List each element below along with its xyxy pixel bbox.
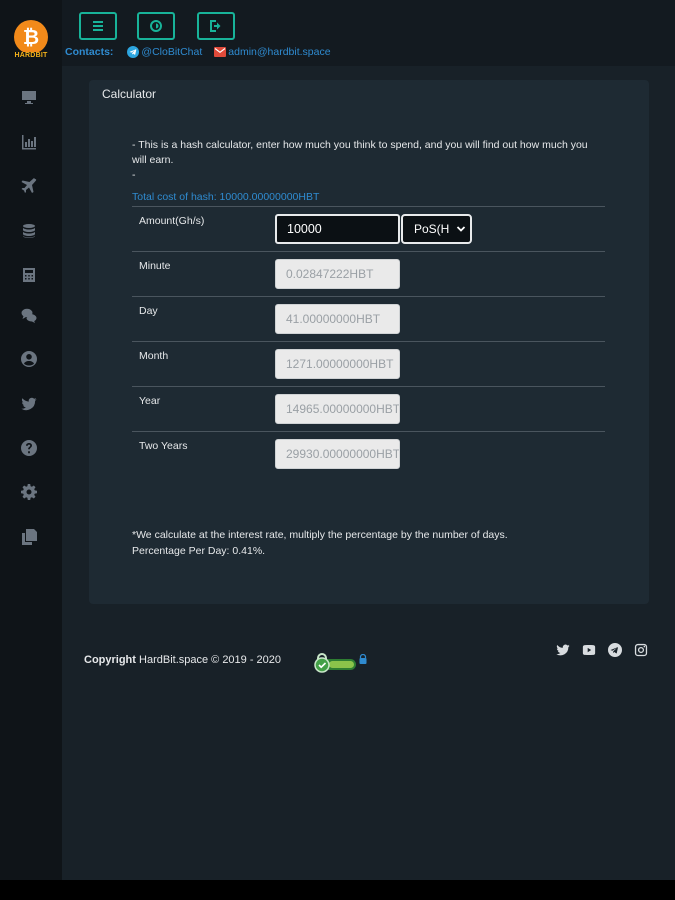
youtube-icon (582, 645, 596, 655)
contacts-bar: Contacts: @CloBitChat admin@hardbit.spac… (65, 46, 343, 58)
unit-select[interactable]: PoS(H (401, 214, 472, 244)
database-icon (23, 224, 35, 238)
sidebar-item-twitter[interactable] (18, 393, 40, 415)
social-links (555, 643, 659, 657)
contacts-label: Contacts: (65, 46, 114, 58)
note-text: *We calculate at the interest rate, mult… (132, 529, 508, 541)
chat-icon (21, 308, 37, 323)
logout-button[interactable] (197, 12, 235, 40)
gear-icon (21, 484, 37, 500)
table-row: Two Years 29930.00000000HBT (132, 431, 605, 476)
logo-wordmark: HARDBIT (10, 52, 52, 59)
total-cost-text: Total cost of hash: 10000.00000000HBT (132, 191, 320, 203)
user-icon (21, 351, 37, 367)
sidebar-item-storage[interactable] (18, 220, 40, 242)
two-years-result-field: 29930.00000000HBT (275, 439, 400, 469)
twitter-link[interactable] (555, 643, 571, 657)
sidebar-item-copy[interactable] (18, 526, 40, 548)
row-label: Year (139, 395, 161, 407)
plane-icon (21, 178, 37, 193)
calculator-card: Calculator - This is a hash calculator, … (89, 80, 649, 604)
row-label: Minute (139, 260, 171, 272)
unit-select-value: PoS(H (414, 222, 450, 236)
telegram-contact-link[interactable]: @CloBitChat (127, 46, 202, 58)
row-label: Two Years (139, 440, 188, 452)
interest-note: *We calculate at the interest rate, mult… (132, 527, 602, 559)
calculator-intro: - This is a hash calculator, enter how m… (132, 138, 602, 183)
instagram-icon (634, 643, 648, 657)
row-label: Amount(Gh/s) (139, 215, 205, 227)
calculator-table: Amount(Gh/s) 10000 PoS(H Minute 0.028472… (132, 206, 605, 476)
sidebar-item-help[interactable] (18, 437, 40, 459)
email-contact-link[interactable]: admin@hardbit.space (214, 46, 331, 58)
logo[interactable]: ₿ HARDBIT (10, 20, 52, 64)
month-result-field: 1271.00000000HBT (275, 349, 400, 379)
sidebar-item-transfers[interactable] (18, 175, 40, 197)
percentage-per-day: Percentage Per Day: 0.41%. (132, 545, 266, 557)
row-label: Month (139, 350, 169, 362)
instagram-link[interactable] (633, 643, 649, 657)
monitor-icon (22, 91, 36, 104)
sidebar-item-account[interactable] (18, 348, 40, 370)
menu-icon (93, 21, 103, 31)
card-title: Calculator (102, 87, 157, 101)
copyright-text: HardBit.space © 2019 - 2020 (135, 654, 282, 666)
table-row: Year 14965.00000000HBT (132, 386, 605, 431)
sidebar: ₿ HARDBIT (0, 0, 62, 880)
help-icon (21, 440, 37, 456)
twitter-icon (21, 397, 37, 411)
twitter-icon (556, 644, 570, 656)
sidebar-item-chat[interactable] (18, 304, 40, 326)
copyright: Copyright HardBit.space © 2019 - 2020 (84, 654, 281, 666)
app-window: ₿ HARDBIT Contacts: @CloBitChat admin@ha… (0, 0, 675, 880)
bitcoin-logo-icon: ₿ (14, 20, 48, 54)
telegram-icon (608, 643, 622, 657)
copy-icon (22, 529, 37, 545)
intro-text: - This is a hash calculator, enter how m… (132, 139, 588, 166)
copyright-label: Copyright (84, 654, 136, 666)
mail-icon (214, 47, 227, 57)
year-result-field: 14965.00000000HBT (275, 394, 400, 424)
chevron-down-icon (456, 226, 466, 232)
theme-icon (150, 20, 162, 32)
row-label: Day (139, 305, 158, 317)
sidebar-item-settings[interactable] (18, 481, 40, 503)
sidebar-item-statistics[interactable] (18, 131, 40, 153)
lock-icon (359, 654, 367, 664)
table-row: Amount(Gh/s) 10000 PoS(H (132, 206, 605, 251)
sidebar-item-dashboard[interactable] (18, 86, 40, 108)
telegram-icon (127, 46, 140, 58)
logout-icon (210, 20, 221, 32)
intro-dash: - (132, 169, 136, 181)
table-row: Minute 0.02847222HBT (132, 251, 605, 296)
bar-chart-icon (22, 135, 36, 150)
sidebar-item-calculator[interactable] (18, 264, 40, 286)
day-result-field: 41.00000000HBT (275, 304, 400, 334)
email-address: admin@hardbit.space (228, 46, 331, 58)
calculator-icon (23, 268, 35, 282)
table-row: Day 41.00000000HBT (132, 296, 605, 341)
theme-toggle-button[interactable] (137, 12, 175, 40)
table-row: Month 1271.00000000HBT (132, 341, 605, 386)
youtube-link[interactable] (581, 643, 597, 657)
amount-input[interactable]: 10000 (275, 214, 400, 244)
telegram-link[interactable] (607, 643, 623, 657)
ssl-secure-badge-icon (314, 653, 356, 673)
menu-button[interactable] (79, 12, 117, 40)
telegram-handle: @CloBitChat (141, 46, 203, 58)
minute-result-field: 0.02847222HBT (275, 259, 400, 289)
